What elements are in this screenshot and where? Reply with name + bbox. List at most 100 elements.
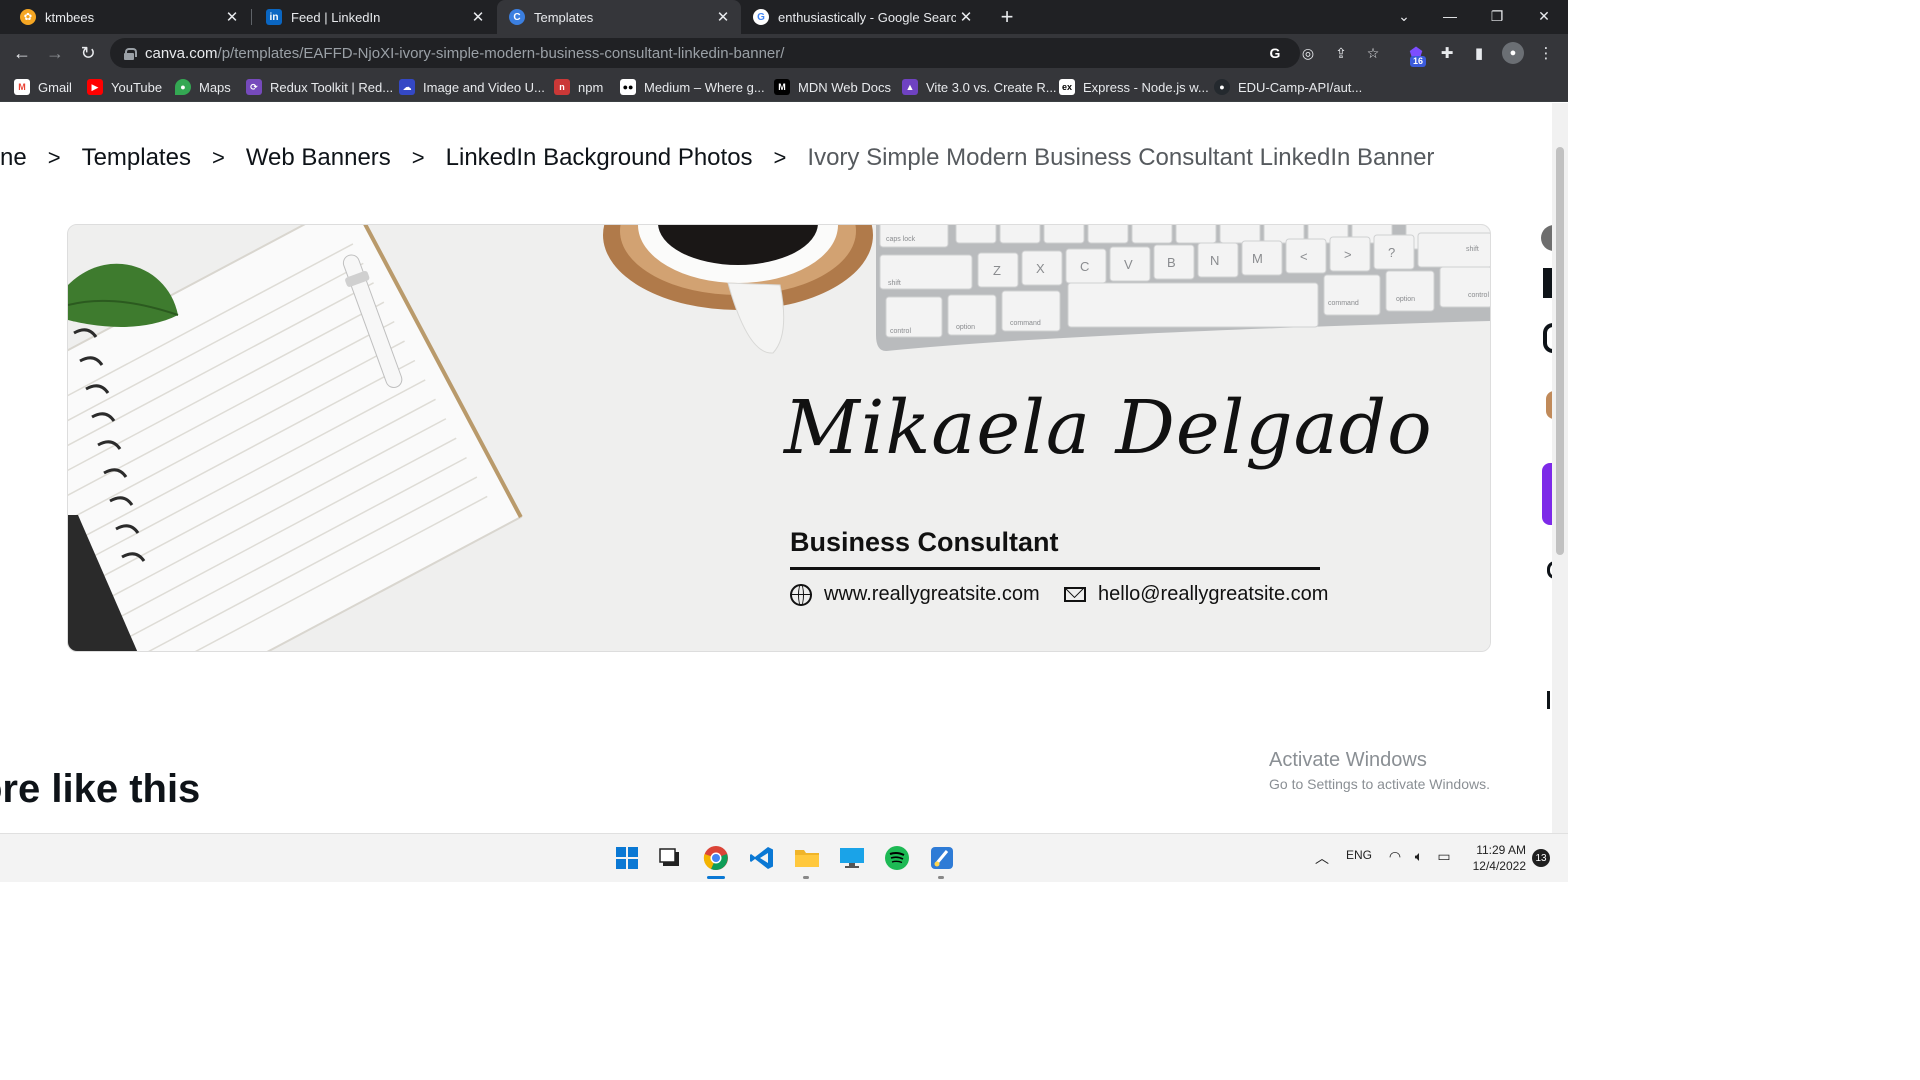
- side-panel-peek-text: [1547, 691, 1550, 709]
- linkedin-favicon-icon: in: [266, 9, 282, 25]
- banner-role: Business Consultant: [790, 527, 1059, 557]
- url-text: canva.com/p/templates/EAFFD-NjoXI-ivory-…: [145, 44, 785, 62]
- page-scrollbar[interactable]: [1552, 103, 1568, 833]
- breadcrumb: ne > Templates > Web Banners > LinkedIn …: [0, 141, 1434, 175]
- breadcrumb-home[interactable]: ne: [0, 144, 27, 172]
- windows-start-icon[interactable]: [613, 844, 641, 872]
- banner-signature-name: Mikaela Delgado: [784, 385, 1433, 471]
- npm-icon: n: [554, 79, 570, 95]
- paint-app-icon[interactable]: [928, 844, 956, 872]
- bookmark-redux[interactable]: ⟳ Redux Toolkit | Red...: [246, 77, 393, 97]
- scrollbar-thumb[interactable]: [1556, 147, 1564, 555]
- tab-ktmbees[interactable]: ✿ ktmbees ✕: [0, 0, 250, 34]
- redux-icon: ⟳: [246, 79, 262, 95]
- breadcrumb-web-banners[interactable]: Web Banners: [246, 144, 391, 172]
- profile-avatar[interactable]: ●: [1502, 42, 1524, 64]
- clock-date: 12/4/2022: [1472, 859, 1526, 873]
- chrome-taskbar-icon[interactable]: [702, 844, 730, 872]
- minimize-button[interactable]: —: [1427, 0, 1473, 32]
- globe-icon: [790, 583, 812, 606]
- canva-favicon-icon: C: [509, 9, 525, 25]
- windows-taskbar: ︿ ENG ◠ 🔈︎ ▭ 11:29 AM 12/4/2022 13: [0, 833, 1568, 882]
- spotify-icon[interactable]: [883, 844, 911, 872]
- svg-text:V: V: [1124, 257, 1133, 272]
- notification-badge[interactable]: 13: [1532, 849, 1550, 867]
- show-hidden-icons-chevron-icon[interactable]: ︿: [1313, 848, 1331, 868]
- breadcrumb-linkedin-background-photos[interactable]: LinkedIn Background Photos: [446, 144, 753, 172]
- task-view-icon[interactable]: [656, 844, 684, 872]
- bookmark-youtube[interactable]: ▶ YouTube: [87, 77, 162, 97]
- keycap-label: caps lock: [886, 236, 916, 243]
- close-tab-icon[interactable]: ✕: [956, 7, 976, 27]
- chevron-right-icon: >: [773, 145, 787, 170]
- reload-button[interactable]: ↻: [76, 41, 100, 65]
- active-app-indicator: [707, 876, 725, 879]
- bookmark-npm[interactable]: n npm: [554, 77, 603, 97]
- vscode-taskbar-icon[interactable]: [748, 844, 776, 872]
- tab-title: Feed | LinkedIn: [291, 9, 381, 25]
- bookmark-medium[interactable]: ●● Medium – Where g...: [620, 77, 765, 97]
- volume-icon[interactable]: 🔈︎: [1410, 848, 1428, 865]
- tab-title: ktmbees: [45, 9, 95, 25]
- breadcrumb-current: Ivory Simple Modern Business Consultant …: [807, 144, 1435, 171]
- activate-windows-subtitle: Go to Settings to activate Windows.: [1269, 776, 1490, 792]
- cloud-icon: ☁: [399, 79, 415, 95]
- close-tab-icon[interactable]: ✕: [468, 7, 488, 27]
- bookmark-maps[interactable]: ● Maps: [175, 77, 231, 97]
- tab-templates[interactable]: C Templates ✕: [497, 0, 741, 34]
- clock[interactable]: 11:29 AM 12/4/2022: [1466, 842, 1526, 874]
- ktmbees-favicon-icon: ✿: [20, 9, 36, 25]
- close-window-button[interactable]: ✕: [1521, 0, 1567, 32]
- share-icon[interactable]: ⇪: [1331, 43, 1351, 63]
- tab-search-chevron-icon[interactable]: ⌄: [1381, 0, 1427, 32]
- keycap-label: command: [1010, 320, 1041, 327]
- vite-icon: ▲: [902, 79, 918, 95]
- keycap-label: option: [956, 324, 975, 331]
- close-tab-icon[interactable]: ✕: [713, 7, 733, 27]
- address-bar[interactable]: canva.com/p/templates/EAFFD-NjoXI-ivory-…: [110, 38, 1379, 68]
- tab-google-search[interactable]: G enthusiastically - Google Search ✕: [741, 0, 984, 34]
- bookmarks-bar: M Gmail ▶ YouTube ● Maps ⟳ Redux Toolkit | R…: [0, 72, 1568, 102]
- back-button[interactable]: ←: [10, 41, 34, 65]
- side-panel-icon[interactable]: ▮: [1468, 42, 1490, 64]
- template-preview-image[interactable]: caps lock shift control option command c…: [67, 224, 1491, 652]
- maps-icon: ●: [175, 79, 191, 95]
- browser-toolbar: ← → ↻ canva.com/p/templates/EAFFD-NjoXI-…: [0, 34, 1568, 72]
- wifi-icon[interactable]: ◠: [1386, 848, 1404, 865]
- clock-time: 11:29 AM: [1476, 843, 1526, 857]
- close-tab-icon[interactable]: ✕: [222, 7, 242, 27]
- new-tab-button[interactable]: +: [995, 4, 1019, 29]
- svg-text:<: <: [1300, 249, 1308, 264]
- restore-button[interactable]: ❐: [1474, 0, 1520, 32]
- bookmark-express[interactable]: ex Express - Node.js w...: [1059, 77, 1209, 97]
- gmail-icon: M: [14, 79, 30, 95]
- battery-icon[interactable]: ▭: [1434, 848, 1454, 865]
- bookmark-image-video[interactable]: ☁ Image and Video U...: [399, 77, 545, 97]
- bookmark-gmail[interactable]: M Gmail: [14, 77, 72, 97]
- svg-text:M: M: [1252, 251, 1263, 266]
- activate-windows-watermark: Activate Windows Go to Settings to activ…: [1269, 749, 1490, 792]
- breadcrumb-templates[interactable]: Templates: [82, 144, 191, 172]
- bookmark-mdn[interactable]: M MDN Web Docs: [774, 77, 891, 97]
- language-indicator[interactable]: ENG: [1344, 848, 1374, 862]
- keycap-label: command: [1328, 300, 1359, 307]
- file-explorer-icon[interactable]: [793, 844, 821, 872]
- chevron-right-icon: >: [211, 145, 225, 170]
- banner-website: www.reallygreatsite.com: [790, 583, 1040, 606]
- eye-off-icon[interactable]: ◎: [1298, 43, 1318, 63]
- banner-divider: [790, 567, 1320, 570]
- google-lens-icon[interactable]: G: [1265, 43, 1285, 63]
- puzzle-extensions-icon[interactable]: ✚: [1436, 42, 1458, 64]
- forward-button[interactable]: →: [43, 41, 67, 65]
- svg-text:X: X: [1036, 261, 1045, 276]
- tab-linkedin[interactable]: in Feed | LinkedIn ✕: [252, 0, 496, 34]
- bookmark-star-icon[interactable]: ☆: [1363, 43, 1383, 63]
- google-favicon-icon: G: [753, 9, 769, 25]
- lock-icon[interactable]: [124, 47, 137, 60]
- bookmark-vite[interactable]: ▲ Vite 3.0 vs. Create R...: [902, 77, 1057, 97]
- express-icon: ex: [1059, 79, 1075, 95]
- menu-kebab-icon[interactable]: ⋮: [1535, 42, 1557, 64]
- bookmark-github[interactable]: ● EDU-Camp-API/aut...: [1214, 77, 1362, 97]
- banner-email: hello@reallygreatsite.com: [1064, 583, 1328, 606]
- remote-desktop-icon[interactable]: [838, 844, 866, 872]
